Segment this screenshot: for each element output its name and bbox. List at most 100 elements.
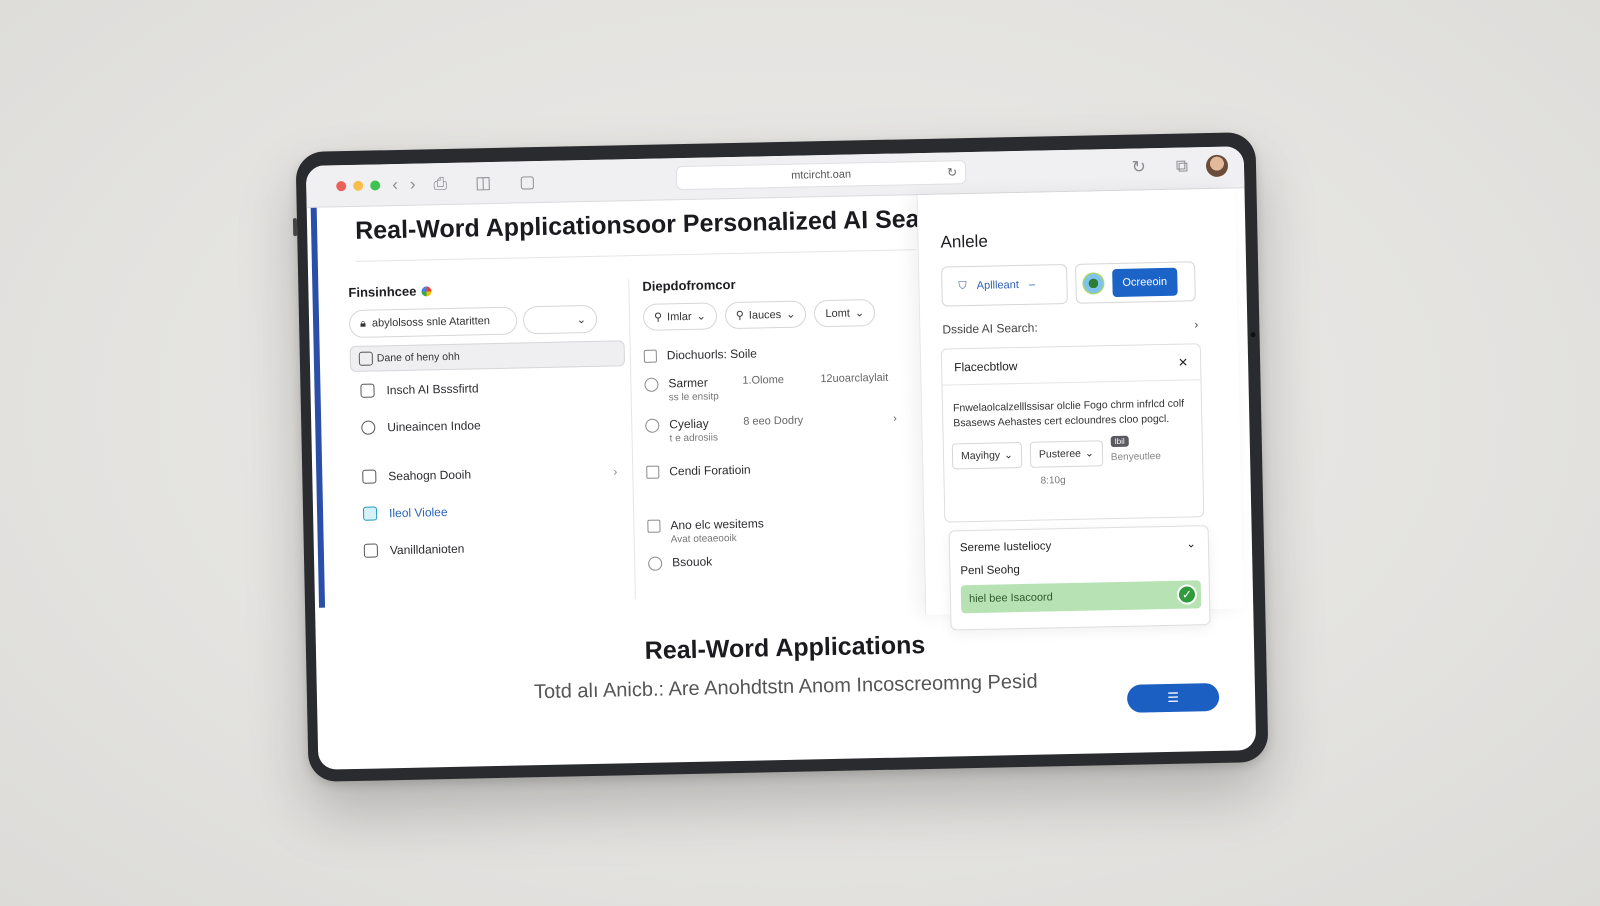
panel-title: Anlele <box>940 231 988 252</box>
close-button[interactable] <box>336 180 347 191</box>
left-column: Finsinhcee 🔒︎ abylolsoss snle Ataritten … <box>348 279 629 569</box>
mini-tag: Ibil <box>1110 435 1129 447</box>
search-pill[interactable]: 🔒︎ abylolsoss snle Ataritten <box>348 306 518 339</box>
nav-item-ileol[interactable]: Ileol Violee <box>353 489 629 532</box>
insight-link[interactable]: Dsside AI Search: › <box>942 317 1198 336</box>
nav-item-uineaincen[interactable]: Uineaincen Indoe <box>351 403 627 446</box>
shield-icon: ⛉ <box>958 279 967 292</box>
option-ano[interactable]: Ano elc wesitems Avat oteaeooik <box>647 513 928 546</box>
card-title: Flacecbtlow <box>954 358 1018 374</box>
chevron-right-icon: › <box>1194 317 1199 332</box>
forward-icon[interactable]: › <box>410 174 416 194</box>
chip-imlar[interactable]: ⚲ Imlar ⌄ <box>642 302 718 331</box>
card-small-text: 8:10g <box>1040 475 1066 487</box>
nav-item-seahogn[interactable]: Seahogn Dooih › <box>352 452 628 495</box>
sidebar-icon[interactable]: ◫ <box>475 173 491 193</box>
option-sarmer[interactable]: Sarmer 1.Olome 12uoarclaylait ss le ensi… <box>644 371 925 404</box>
clock-icon <box>361 420 376 435</box>
option-meta: 1.Olome <box>742 373 785 387</box>
column-divider <box>628 279 636 600</box>
article-panel: Anlele ⛉ Apllleant – Ocreeoin Dsside AI … <box>916 188 1244 631</box>
option-label: Sarmer <box>668 375 708 391</box>
bottom-subtitle: Totd alı Anicb.: Are Anohdtstn Anom Inco… <box>533 670 1038 704</box>
building-icon <box>362 469 377 484</box>
success-bar[interactable]: hiel bee Isacoord ✓ <box>960 580 1202 614</box>
checkbox[interactable] <box>643 349 657 363</box>
applicant-label: Apllleant <box>976 279 1020 292</box>
details-card: Flacecbtlow ✕ Fnwelaolcalzelllssisar olc… <box>940 343 1205 523</box>
option-diochuorls[interactable]: Diochuorls: Soile <box>643 343 924 363</box>
chevron-down-icon: ⌄ <box>576 313 587 326</box>
tabs-icon[interactable]: ⧉ <box>1176 156 1189 176</box>
back-icon[interactable]: ‹ <box>392 174 398 194</box>
earth-icon[interactable] <box>1082 272 1105 295</box>
option-label: Cyeliay <box>669 416 709 432</box>
chevron-down-icon: ⌄ <box>854 307 865 320</box>
list-icon: ☰ <box>1167 689 1180 705</box>
option-cendi[interactable]: Cendi Foratioin <box>646 459 926 479</box>
address-bar[interactable]: mtcircht.oan ↻ <box>675 160 967 191</box>
chevron-right-icon: › <box>613 463 618 479</box>
reload-icon[interactable]: ↻ <box>947 165 957 179</box>
tag-group: Ibil Benyeutlee <box>1110 435 1161 463</box>
nav-item-label: Uineaincen Indoe <box>387 417 481 434</box>
maximize-button[interactable] <box>370 179 381 191</box>
option-sub: ss le ensitp <box>668 391 719 404</box>
chevron-down-icon: ⌄ <box>1084 447 1094 460</box>
insight-label: Dsside AI Search: <box>942 320 1038 337</box>
calendar-icon <box>358 351 373 366</box>
left-heading: Finsinhcee <box>348 279 623 300</box>
option-label: Diochuorls: Soile <box>666 346 758 363</box>
nav-item-label: Ileol Violee <box>388 504 448 520</box>
chip-label: Iauces <box>748 308 782 322</box>
nav-item-vanilldanioten[interactable]: Vanilldanioten <box>353 526 629 569</box>
list-button[interactable]: ☰ <box>1126 682 1220 713</box>
url-text: mtcircht.oan <box>791 168 852 182</box>
primary-button[interactable]: Ocreeoin <box>1112 267 1178 298</box>
option-bsouok[interactable]: Bsouok <box>648 550 928 571</box>
shield-icon[interactable]: ▢ <box>519 172 535 192</box>
option-sub: t e adrosiis <box>669 432 719 445</box>
nav-item-label: Insch AI Bsssfirtd <box>386 380 479 397</box>
applicant-toggle[interactable]: ⛉ Apllleant – <box>941 263 1068 307</box>
chip-iauces[interactable]: ⚲ Iauces ⌄ <box>724 300 807 330</box>
option-label: Bsouok <box>672 554 713 570</box>
select-mayihgy[interactable]: Mayihgy ⌄ <box>951 441 1023 470</box>
radio-button[interactable] <box>644 377 659 392</box>
checkbox[interactable] <box>646 465 660 479</box>
screen: ‹ › ⎙ ◫ ▢ mtcircht.oan ↻ ↻ ⧉ Real-Word A… <box>305 146 1257 770</box>
left-heading-text: Finsinhcee <box>348 283 417 301</box>
radio-button[interactable] <box>645 418 660 433</box>
check-icon: ✓ <box>1176 584 1198 605</box>
option-cyeliay[interactable]: Cyeliay 8 eeo Dodry › t e adrosiis <box>645 412 926 445</box>
side-accent <box>310 207 326 608</box>
chevron-right-icon: › <box>893 412 898 425</box>
minimize-button[interactable] <box>353 180 364 191</box>
dash: – <box>1028 278 1036 291</box>
chip-lomt[interactable]: Lomt ⌄ <box>814 299 876 328</box>
chevron-down-icon: ⌄ <box>1003 449 1014 462</box>
select-value: Mayihgy <box>960 449 1001 463</box>
close-icon[interactable]: ✕ <box>1178 355 1188 369</box>
brand-logo-icon <box>421 285 432 297</box>
radio-button[interactable] <box>648 556 663 571</box>
person-icon: ⚲ <box>735 309 744 322</box>
title-divider <box>355 249 916 262</box>
filter-dropdown[interactable]: ⌄ <box>522 304 598 335</box>
tablet-device: ‹ › ⎙ ◫ ▢ mtcircht.oan ↻ ↻ ⧉ Real-Word A… <box>292 132 1269 782</box>
tag-text: Benyeutlee <box>1110 450 1161 463</box>
share-icon[interactable]: ⎙ <box>433 173 447 193</box>
middle-column: Diepdofromcor ⚲ Imlar ⌄ ⚲ Iauces ⌄ Lomt … <box>642 273 928 571</box>
success-text: hiel bee Isacoord <box>968 591 1053 606</box>
checkbox[interactable] <box>647 519 661 533</box>
chevron-down-icon[interactable]: ⌄ <box>1186 536 1196 550</box>
nav-item-insch[interactable]: Insch AI Bsssfirtd <box>350 366 626 409</box>
chevron-down-icon: ⌄ <box>696 310 706 323</box>
page-title: Real-Word Applicationsoor Personalized A… <box>354 204 944 245</box>
refresh-icon[interactable]: ↻ <box>1131 157 1146 177</box>
option-label: Cendi Foratioin <box>669 462 751 479</box>
edit-icon <box>362 505 378 521</box>
left-nav-list: Dane of heny ohh Insch AI Bsssfirtd Uine… <box>349 340 630 569</box>
avatar[interactable] <box>1205 154 1229 178</box>
select-pusteree[interactable]: Pusteree ⌄ <box>1029 440 1104 468</box>
